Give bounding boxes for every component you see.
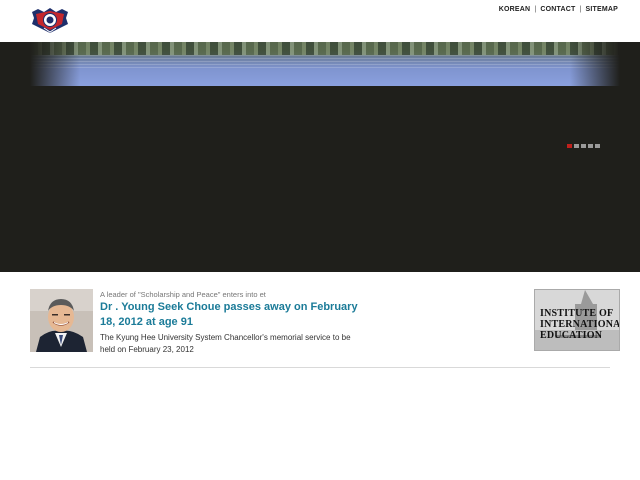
chancellor-portrait-image[interactable] (30, 289, 93, 352)
nav-korean-link[interactable]: KOREAN (499, 6, 531, 13)
news-headline-link[interactable]: Dr . Young Seek Choue passes away on Feb… (100, 300, 360, 329)
nav-separator: | (579, 6, 582, 13)
university-crest-icon[interactable] (30, 6, 70, 34)
news-feature: A leader of "Scholarship and Peace" ente… (30, 289, 620, 354)
nav-contact-link[interactable]: CONTACT (540, 6, 575, 13)
slider-dot-3[interactable] (581, 144, 586, 148)
slider-dot-1[interactable] (567, 144, 572, 148)
iie-banner-text: INSTITUTE OF INTERNATIONAL EDUCATION (540, 308, 620, 341)
news-summary: The Kyung Hee University System Chancell… (100, 333, 351, 354)
hero-fade-left (30, 42, 80, 86)
news-kicker: A leader of "Scholarship and Peace" ente… (100, 290, 266, 299)
slider-pagination (567, 144, 600, 148)
iie-banner[interactable]: INSTITUTE OF INTERNATIONAL EDUCATION (534, 289, 620, 351)
nav-separator: | (534, 6, 537, 13)
top-navigation: KOREAN | CONTACT | SITEMAP (499, 6, 618, 13)
slider-dot-5[interactable] (595, 144, 600, 148)
hero-fade-right (570, 42, 620, 86)
slider-dot-2[interactable] (574, 144, 579, 148)
hero-slide-image[interactable] (30, 42, 620, 86)
site-header: KOREAN | CONTACT | SITEMAP (0, 0, 640, 42)
section-divider (30, 367, 610, 368)
hero-photo-crowd (30, 42, 620, 55)
iie-line-2: INTERNATIONAL (540, 319, 620, 330)
iie-line-1: INSTITUTE OF (540, 308, 614, 319)
nav-sitemap-link[interactable]: SITEMAP (585, 6, 618, 13)
iie-line-3: EDUCATION (540, 330, 603, 341)
slider-dot-4[interactable] (588, 144, 593, 148)
hero-slider (0, 42, 640, 272)
hero-photo-steps (30, 55, 620, 69)
